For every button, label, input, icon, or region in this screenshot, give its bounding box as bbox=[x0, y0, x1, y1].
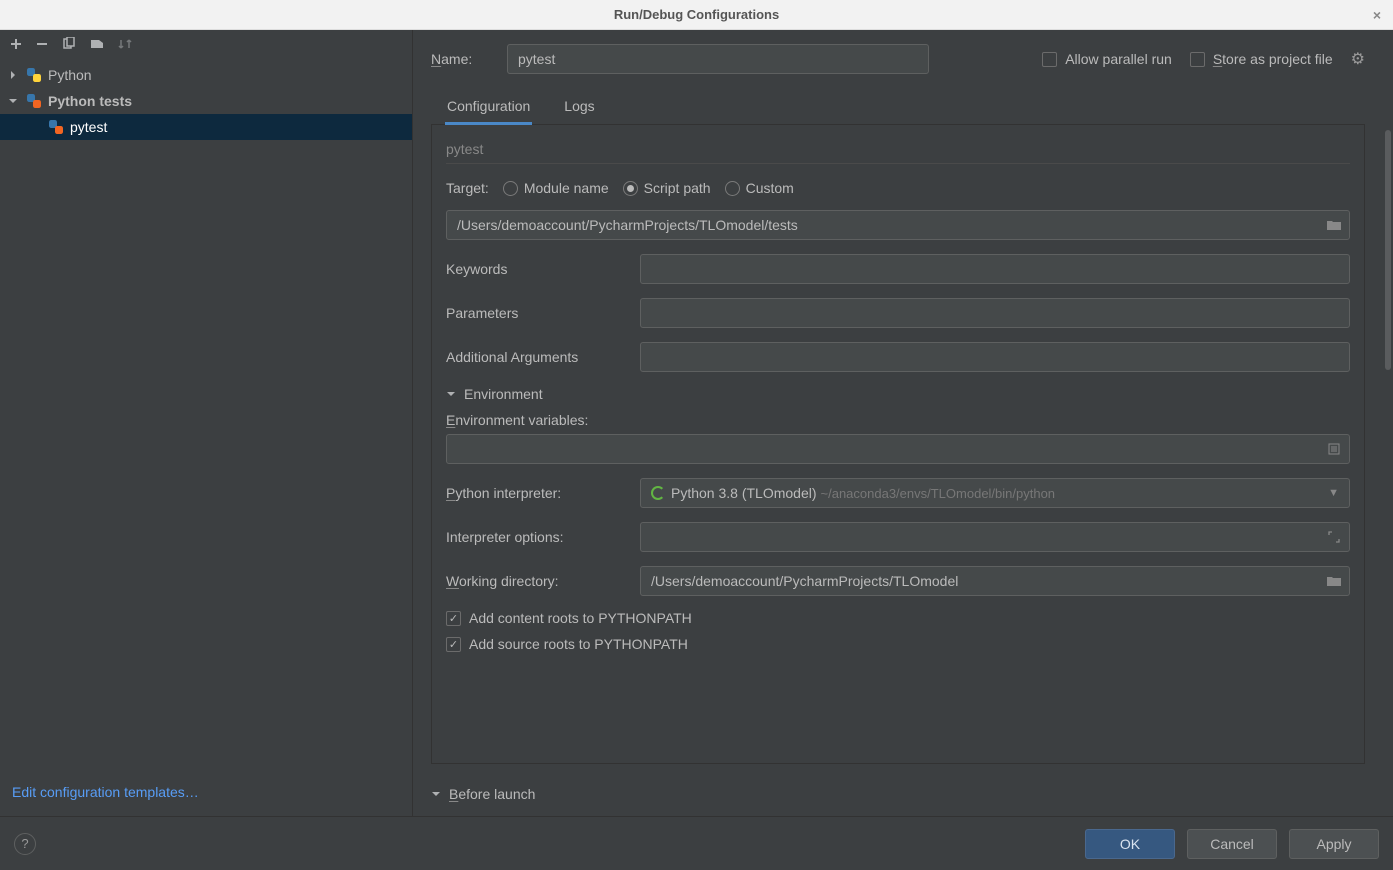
chevron-right-icon bbox=[8, 70, 20, 80]
content-roots-label: Add content roots to PYTHONPATH bbox=[469, 610, 692, 626]
save-template-icon[interactable] bbox=[90, 37, 104, 51]
env-vars-label: Environment variables: bbox=[446, 412, 1350, 428]
allow-parallel-label: Allow parallel run bbox=[1065, 51, 1172, 67]
tab-logs[interactable]: Logs bbox=[562, 90, 596, 124]
allow-parallel-checkbox[interactable]: Allow parallel run bbox=[1042, 51, 1172, 67]
content-roots-checkbox[interactable]: Add content roots to PYTHONPATH bbox=[446, 610, 1350, 626]
radio-script-label: Script path bbox=[644, 180, 711, 196]
tree-label: Python tests bbox=[48, 93, 132, 109]
dialog-title: Run/Debug Configurations bbox=[614, 7, 779, 22]
python-icon bbox=[26, 67, 42, 83]
workdir-value: /Users/demoaccount/PycharmProjects/TLOmo… bbox=[651, 573, 958, 589]
separator bbox=[446, 163, 1350, 164]
checkbox-icon bbox=[1042, 52, 1057, 67]
tree-node-pytest[interactable]: pytest bbox=[0, 114, 412, 140]
radio-module-label: Module name bbox=[524, 180, 609, 196]
radio-icon bbox=[623, 181, 638, 196]
close-icon[interactable]: × bbox=[1373, 7, 1381, 23]
dialog-titlebar: Run/Debug Configurations × bbox=[0, 0, 1393, 30]
sidebar: Python Python tests pytest Edit configur… bbox=[0, 30, 413, 816]
scrollbar[interactable] bbox=[1383, 30, 1393, 816]
gear-icon[interactable]: ⚙ bbox=[1351, 49, 1365, 69]
interp-opts-label: Interpreter options: bbox=[446, 529, 626, 545]
store-project-label: Store as project file bbox=[1213, 51, 1333, 67]
radio-script-path[interactable]: Script path bbox=[623, 180, 711, 196]
keywords-label: Keywords bbox=[446, 261, 626, 277]
parameters-input[interactable] bbox=[640, 298, 1350, 328]
workdir-input[interactable]: /Users/demoaccount/PycharmProjects/TLOmo… bbox=[640, 566, 1350, 596]
tab-configuration[interactable]: Configuration bbox=[445, 90, 532, 125]
workdir-label: Working directory: bbox=[446, 573, 626, 589]
folder-icon[interactable] bbox=[1325, 572, 1343, 590]
radio-module-name[interactable]: Module name bbox=[503, 180, 609, 196]
radio-icon bbox=[503, 181, 518, 196]
cancel-button[interactable]: Cancel bbox=[1187, 829, 1277, 859]
tree-node-python-tests[interactable]: Python tests bbox=[0, 88, 412, 114]
radio-custom-label: Custom bbox=[746, 180, 794, 196]
target-path-value: /Users/demoaccount/PycharmProjects/TLOmo… bbox=[457, 217, 798, 233]
checkbox-icon bbox=[446, 637, 461, 652]
expand-icon[interactable] bbox=[1325, 528, 1343, 546]
edit-templates-link[interactable]: Edit configuration templates… bbox=[12, 784, 199, 800]
scroll-thumb[interactable] bbox=[1385, 130, 1391, 370]
ok-button[interactable]: OK bbox=[1085, 829, 1175, 859]
name-label: Name: bbox=[431, 51, 485, 67]
content-area: Name: Allow parallel run Store as projec… bbox=[413, 30, 1393, 816]
chevron-down-icon bbox=[8, 96, 20, 106]
help-icon[interactable]: ? bbox=[14, 833, 36, 855]
target-label: Target: bbox=[446, 180, 489, 196]
chevron-down-icon: ▼ bbox=[1328, 487, 1339, 499]
copy-icon[interactable] bbox=[62, 37, 76, 51]
pytest-icon bbox=[48, 119, 64, 135]
store-project-checkbox[interactable]: Store as project file bbox=[1190, 51, 1333, 67]
target-path-input[interactable]: /Users/demoaccount/PycharmProjects/TLOmo… bbox=[446, 210, 1350, 240]
radio-custom[interactable]: Custom bbox=[725, 180, 794, 196]
config-tree: Python Python tests pytest bbox=[0, 58, 412, 774]
sidebar-toolbar bbox=[0, 30, 412, 58]
list-icon[interactable] bbox=[1325, 440, 1343, 458]
add-icon[interactable] bbox=[10, 38, 22, 50]
apply-button[interactable]: Apply bbox=[1289, 829, 1379, 859]
checkbox-icon bbox=[446, 611, 461, 626]
env-vars-input[interactable] bbox=[446, 434, 1350, 464]
loading-icon bbox=[651, 486, 665, 500]
source-roots-label: Add source roots to PYTHONPATH bbox=[469, 636, 688, 652]
interpreter-name: Python 3.8 (TLOmodel) bbox=[671, 485, 817, 501]
environment-header-label: Environment bbox=[464, 386, 543, 402]
remove-icon[interactable] bbox=[36, 38, 48, 50]
python-tests-icon bbox=[26, 93, 42, 109]
parameters-label: Parameters bbox=[446, 305, 626, 321]
sort-icon[interactable] bbox=[118, 37, 132, 51]
source-roots-checkbox[interactable]: Add source roots to PYTHONPATH bbox=[446, 636, 1350, 652]
tree-label: pytest bbox=[70, 119, 107, 135]
configuration-panel: pytest Target: Module name Script path C… bbox=[431, 125, 1365, 764]
name-input[interactable] bbox=[507, 44, 929, 74]
additional-args-input[interactable] bbox=[640, 342, 1350, 372]
tabs: Configuration Logs bbox=[431, 90, 1365, 125]
additional-args-label: Additional Arguments bbox=[446, 349, 626, 365]
checkbox-icon bbox=[1190, 52, 1205, 67]
interpreter-label: Python interpreter: bbox=[446, 485, 626, 501]
environment-section-toggle[interactable]: Environment bbox=[446, 386, 1350, 402]
interpreter-path: ~/anaconda3/envs/TLOmodel/bin/python bbox=[821, 486, 1056, 501]
interp-opts-input[interactable] bbox=[640, 522, 1350, 552]
tree-node-python[interactable]: Python bbox=[0, 62, 412, 88]
tree-label: Python bbox=[48, 67, 92, 83]
before-launch-section-toggle[interactable]: Before launch bbox=[431, 786, 1365, 802]
folder-icon[interactable] bbox=[1325, 216, 1343, 234]
footer: ? OK Cancel Apply bbox=[0, 816, 1393, 870]
keywords-input[interactable] bbox=[640, 254, 1350, 284]
radio-icon bbox=[725, 181, 740, 196]
interpreter-combo[interactable]: Python 3.8 (TLOmodel) ~/anaconda3/envs/T… bbox=[640, 478, 1350, 508]
section-pytest-label: pytest bbox=[446, 141, 1350, 157]
before-launch-label: Before launch bbox=[449, 786, 535, 802]
